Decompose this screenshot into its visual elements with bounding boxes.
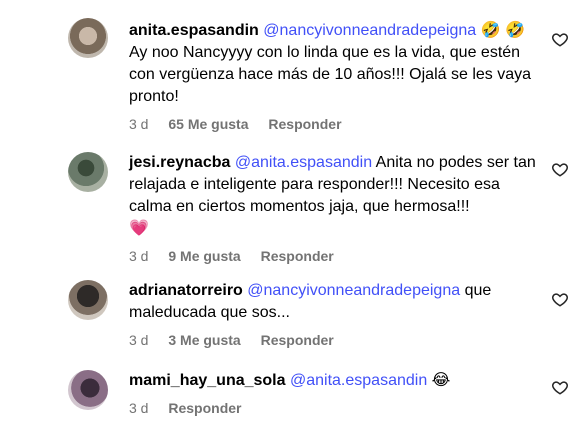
comment-age[interactable]: 3 d bbox=[129, 246, 148, 266]
comment-meta: 3 d Responder bbox=[129, 398, 539, 418]
avatar[interactable] bbox=[68, 370, 108, 410]
comment-age[interactable]: 3 d bbox=[129, 330, 148, 350]
comment-text: anita.espasandin @nancyivonneandradepeig… bbox=[129, 20, 539, 108]
avatar[interactable] bbox=[68, 280, 108, 320]
comment-username[interactable]: mami_hay_una_sola bbox=[129, 372, 286, 389]
comment-mention[interactable]: @anita.espasandin bbox=[290, 372, 427, 389]
comment-age[interactable]: 3 d bbox=[129, 398, 148, 418]
likes-count[interactable]: 65 Me gusta bbox=[168, 114, 248, 134]
avatar[interactable] bbox=[68, 152, 108, 192]
reply-button[interactable]: Responder bbox=[168, 398, 241, 418]
comment-mention[interactable]: @nancyivonneandradepeigna bbox=[247, 282, 460, 299]
heart-outline-icon[interactable] bbox=[551, 30, 569, 48]
comment-mention[interactable]: @anita.espasandin bbox=[235, 154, 372, 171]
comment-username[interactable]: anita.espasandin bbox=[129, 22, 259, 39]
reply-button[interactable]: Responder bbox=[261, 246, 334, 266]
comment-username[interactable]: adrianatorreiro bbox=[129, 282, 243, 299]
emoji-laugh: 😂 bbox=[431, 372, 451, 389]
comment-meta: 3 d 3 Me gusta Responder bbox=[129, 330, 539, 350]
reply-button[interactable]: Responder bbox=[261, 330, 334, 350]
likes-count[interactable]: 3 Me gusta bbox=[168, 330, 240, 350]
comment-text: adrianatorreiro @nancyivonneandradepeign… bbox=[129, 280, 539, 324]
comment-text: jesi.reynacba @anita.espasandin Anita no… bbox=[129, 152, 539, 240]
comment-meta: 3 d 9 Me gusta Responder bbox=[129, 246, 539, 266]
comment-mention[interactable]: @nancyivonneandradepeigna bbox=[263, 22, 476, 39]
emoji-heart: 💗 bbox=[129, 220, 149, 237]
comment-meta: 3 d 65 Me gusta Responder bbox=[129, 114, 539, 134]
emoji-laugh: 🤣 🤣 bbox=[480, 22, 525, 39]
heart-outline-icon[interactable] bbox=[551, 378, 569, 396]
heart-outline-icon[interactable] bbox=[551, 160, 569, 178]
comment-username[interactable]: jesi.reynacba bbox=[129, 154, 230, 171]
comment-text: mami_hay_una_sola @anita.espasandin 😂 bbox=[129, 370, 539, 392]
comment-body: Ay noo Nancyyyy con lo linda que es la v… bbox=[129, 44, 532, 105]
avatar[interactable] bbox=[68, 18, 108, 58]
reply-button[interactable]: Responder bbox=[268, 114, 341, 134]
heart-outline-icon[interactable] bbox=[551, 290, 569, 308]
comment-age[interactable]: 3 d bbox=[129, 114, 148, 134]
likes-count[interactable]: 9 Me gusta bbox=[168, 246, 240, 266]
